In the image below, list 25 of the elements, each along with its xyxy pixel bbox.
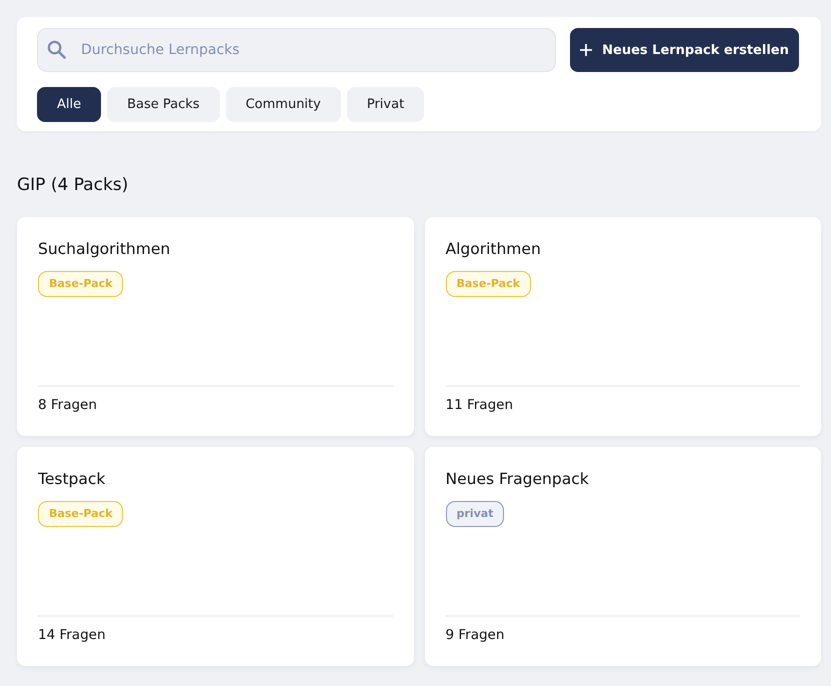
create-pack-button[interactable]: Neues Lernpack erstellen bbox=[570, 28, 799, 72]
pack-card[interactable]: Algorithmen Base-Pack 11 Fragen bbox=[424, 217, 821, 436]
filter-tab[interactable]: Privat bbox=[346, 87, 424, 122]
pack-title: Algorithmen bbox=[446, 239, 542, 259]
pack-card[interactable]: Neues Fragenpack privat 9 Fragen bbox=[424, 447, 821, 666]
search-field[interactable]: Durchsuche Lernpacks bbox=[37, 28, 556, 72]
question-count: 14 Fragen bbox=[38, 626, 107, 644]
pack-badge: Base-Pack bbox=[38, 271, 124, 297]
pack-card[interactable]: Testpack Base-Pack 14 Fragen bbox=[17, 447, 414, 666]
pack-badge: privat bbox=[446, 501, 504, 527]
question-count: 11 Fragen bbox=[446, 396, 514, 414]
pack-badge: Base-Pack bbox=[38, 501, 124, 527]
question-count: 8 Fragen bbox=[38, 396, 98, 414]
filter-tab[interactable]: Community bbox=[226, 87, 341, 122]
question-count: 9 Fragen bbox=[446, 626, 506, 644]
search-icon bbox=[47, 40, 66, 59]
plus-icon bbox=[580, 44, 592, 56]
section-title: GIP (4 Packs) bbox=[17, 174, 130, 197]
pack-title: Neues Fragenpack bbox=[446, 469, 590, 489]
pack-card[interactable]: Suchalgorithmen Base-Pack 8 Fragen bbox=[17, 217, 414, 436]
filter-tab[interactable]: Base Packs bbox=[107, 87, 220, 122]
pack-badge: Base-Pack bbox=[446, 271, 531, 297]
pack-title: Suchalgorithmen bbox=[38, 239, 172, 259]
pack-title: Testpack bbox=[38, 469, 106, 489]
filter-tab[interactable]: Alle bbox=[37, 87, 102, 122]
